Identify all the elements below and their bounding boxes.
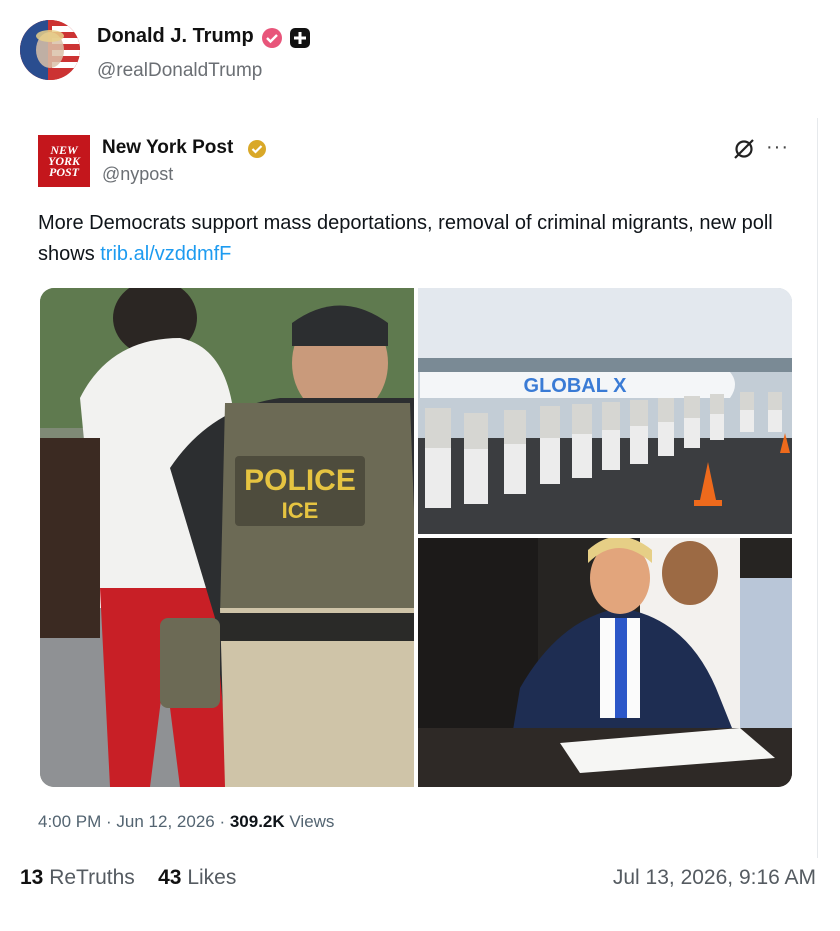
views-label: Views (284, 812, 335, 831)
more-options-icon[interactable]: ··· (766, 136, 789, 159)
logo-line: POST (49, 164, 79, 179)
likes-label: Likes (181, 866, 237, 889)
embed-post-text: More Democrats support mass deportations… (38, 208, 778, 270)
embed-author-handle[interactable]: @nypost (102, 164, 173, 185)
gold-verified-icon (247, 139, 267, 159)
post-time[interactable]: 4:00 PM · Jun 12, 2026 · (38, 812, 230, 831)
retruths-stat[interactable]: 13 ReTruths (20, 866, 135, 889)
retruths-label: ReTruths (43, 866, 135, 889)
likes-stat[interactable]: 43 Likes (158, 866, 236, 889)
vest-text-police: POLICE (244, 464, 356, 497)
post-link[interactable]: trib.al/vzddmfF (100, 243, 231, 265)
retruths-count: 13 (20, 866, 44, 889)
avatar[interactable] (20, 20, 80, 80)
author-handle[interactable]: @realDonaldTrump (97, 60, 262, 82)
post-timestamp[interactable]: Jul 13, 2026, 9:16 AM (613, 866, 816, 890)
grok-icon[interactable] (732, 137, 756, 161)
nypost-logo[interactable]: NEW YORK POST (38, 135, 90, 187)
post-stats: 13 ReTruths 43 Likes (20, 866, 236, 890)
embed-author-name[interactable]: New York Post (102, 137, 233, 159)
media-image-plane: GLOBAL X (418, 288, 792, 534)
plane-text: GLOBAL X (524, 375, 628, 397)
views-count: 309.2K (229, 812, 285, 831)
post-meta: 4:00 PM · Jun 12, 2026 · 309.2K Views (38, 812, 334, 832)
media-image-arrest: POLICE ICE (40, 288, 418, 787)
vest-text-ice: ICE (282, 498, 319, 523)
plus-badge-icon (290, 28, 310, 48)
likes-count: 43 (158, 866, 182, 889)
embedded-post-card[interactable]: NEW YORK POST New York Post @nypost ··· … (20, 118, 818, 858)
media-image-signing (418, 536, 792, 787)
media-grid[interactable]: POLICE ICE GLOBAL X (40, 288, 792, 787)
author-name[interactable]: Donald J. Trump (97, 25, 254, 48)
verified-badge-icon (261, 27, 283, 49)
